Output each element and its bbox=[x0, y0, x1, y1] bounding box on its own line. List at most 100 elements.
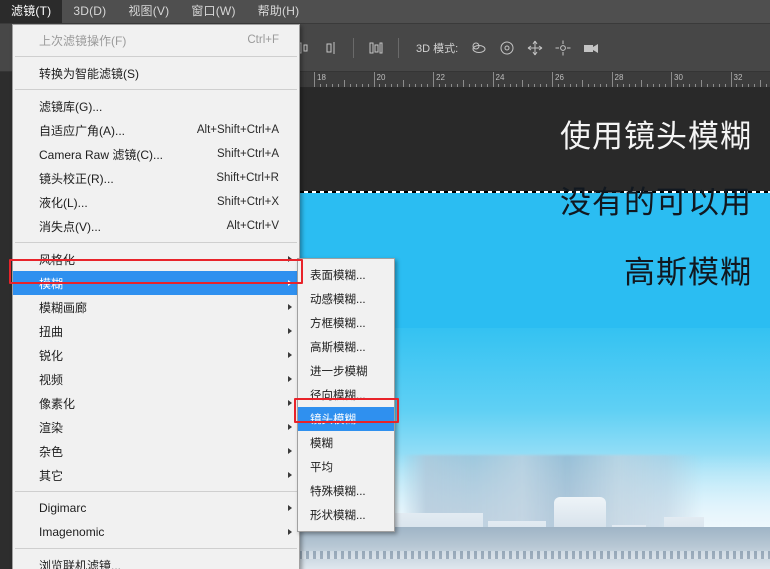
ruler-tick-minor bbox=[463, 80, 464, 87]
chevron-right-icon bbox=[288, 448, 292, 454]
ruler-tick-minor bbox=[362, 84, 363, 87]
filter-menu-item[interactable]: 杂色 bbox=[13, 439, 299, 463]
filter-menu-item[interactable]: 扭曲 bbox=[13, 319, 299, 343]
menubar-item-view[interactable]: 视图(V) bbox=[117, 0, 180, 23]
ruler-tick-minor bbox=[498, 84, 499, 87]
filter-menu-item-label: 液化(L)... bbox=[39, 194, 88, 211]
ruler-tick-minor bbox=[588, 84, 589, 87]
blur-submenu-item[interactable]: 高斯模糊... bbox=[298, 335, 394, 359]
ruler-tick-minor bbox=[683, 84, 684, 87]
blur-submenu-item[interactable]: 模糊 bbox=[298, 431, 394, 455]
blur-submenu-item[interactable]: 径向模糊... bbox=[298, 383, 394, 407]
filter-menu-item[interactable]: 风格化 bbox=[13, 247, 299, 271]
ruler-tick-minor bbox=[397, 84, 398, 87]
chevron-right-icon bbox=[288, 529, 292, 535]
ruler-tick-minor bbox=[326, 84, 327, 87]
blur-submenu-item-label: 进一步模糊 bbox=[310, 363, 368, 379]
ruler-tick-minor bbox=[695, 84, 696, 87]
filter-menu-item[interactable]: 视频 bbox=[13, 367, 299, 391]
filter-menu-item-label: 自适应广角(A)... bbox=[39, 122, 125, 139]
ruler-tick-minor bbox=[522, 80, 523, 87]
filter-menu-item-label: 扭曲 bbox=[39, 323, 63, 340]
filter-menu-item[interactable]: 像素化 bbox=[13, 391, 299, 415]
ruler-tick-minor bbox=[540, 84, 541, 87]
ruler-tick-minor bbox=[653, 84, 654, 87]
roll-3d-icon[interactable] bbox=[496, 37, 518, 59]
blur-submenu[interactable]: 表面模糊... 动感模糊...方框模糊...高斯模糊... 进一步模糊径向模糊...… bbox=[297, 258, 395, 532]
ruler-tick-minor bbox=[725, 84, 726, 87]
blur-submenu-item-label: 表面模糊... bbox=[310, 267, 366, 283]
distribute-icon[interactable] bbox=[365, 37, 387, 59]
filter-menu-item[interactable]: Camera Raw 滤镜(C)...Shift+Ctrl+A bbox=[13, 142, 299, 166]
ruler-label: 18 bbox=[317, 73, 326, 82]
ruler-tick-major bbox=[612, 72, 613, 87]
ruler-tick-minor bbox=[356, 84, 357, 87]
blur-submenu-item[interactable]: 镜头模糊... bbox=[298, 407, 394, 431]
filter-menu-item[interactable]: 自适应广角(A)... Alt+Shift+Ctrl+A bbox=[13, 118, 299, 142]
chevron-right-icon bbox=[288, 352, 292, 358]
orbit-3d-icon[interactable] bbox=[468, 37, 490, 59]
menu-bar: 滤镜(T) 3D(D) 视图(V) 窗口(W) 帮助(H) bbox=[0, 0, 770, 24]
blur-submenu-item[interactable]: 方框模糊... bbox=[298, 311, 394, 335]
chevron-right-icon bbox=[288, 256, 292, 262]
filter-menu-item[interactable]: 其它 bbox=[13, 463, 299, 487]
ruler-tick-major bbox=[374, 72, 375, 87]
ruler-tick-minor bbox=[760, 80, 761, 87]
ruler-tick-minor bbox=[457, 84, 458, 87]
horizontal-ruler[interactable]: 1820222426283032 bbox=[292, 72, 770, 88]
slide-3d-icon[interactable] bbox=[552, 37, 574, 59]
blur-submenu-item[interactable]: 特殊模糊... bbox=[298, 479, 394, 503]
filter-menu-item[interactable]: Digimarc bbox=[13, 496, 299, 520]
overlay-text-line1: 使用镜头模糊 bbox=[560, 122, 752, 153]
menubar-item-help[interactable]: 帮助(H) bbox=[247, 0, 311, 23]
ruler-tick-minor bbox=[766, 84, 767, 87]
ruler-tick-major bbox=[433, 72, 434, 87]
ruler-tick-minor bbox=[558, 84, 559, 87]
filter-menu-item-label: 风格化 bbox=[39, 251, 75, 268]
ruler-tick-minor bbox=[689, 84, 690, 87]
blur-submenu-item[interactable]: 平均 bbox=[298, 455, 394, 479]
ruler-tick-major bbox=[671, 72, 672, 87]
chevron-right-icon bbox=[288, 328, 292, 334]
filter-menu-item-shortcut: Shift+Ctrl+X bbox=[191, 196, 279, 208]
camera-3d-icon[interactable] bbox=[580, 37, 602, 59]
filter-menu-item[interactable]: Imagenomic bbox=[13, 520, 299, 544]
filter-menu-item[interactable]: 镜头校正(R)...Shift+Ctrl+R bbox=[13, 166, 299, 190]
menubar-item-filter[interactable]: 滤镜(T) bbox=[0, 0, 62, 23]
photoshop-window: 滤镜(T) 3D(D) 视图(V) 窗口(W) 帮助(H) 3D 模式: bbox=[0, 0, 770, 569]
filter-menu-item[interactable]: 转换为智能滤镜(S) bbox=[13, 61, 299, 85]
filter-menu-item-shortcut: Alt+Shift+Ctrl+A bbox=[171, 124, 279, 136]
ruler-tick-minor bbox=[403, 80, 404, 87]
ruler-tick-minor bbox=[754, 84, 755, 87]
blur-submenu-item[interactable]: 进一步模糊 bbox=[298, 359, 394, 383]
ruler-tick-minor bbox=[647, 84, 648, 87]
menubar-item-3d[interactable]: 3D(D) bbox=[62, 0, 117, 23]
ruler-tick-minor bbox=[564, 84, 565, 87]
ruler-tick-minor bbox=[510, 84, 511, 87]
filter-menu-item[interactable]: 渲染 bbox=[13, 415, 299, 439]
filter-menu-item[interactable]: 锐化 bbox=[13, 343, 299, 367]
blur-submenu-item-label: 镜头模糊... bbox=[310, 411, 366, 427]
filter-menu-item[interactable]: 模糊画廊 bbox=[13, 295, 299, 319]
ruler-tick-minor bbox=[320, 84, 321, 87]
menubar-item-window[interactable]: 窗口(W) bbox=[180, 0, 246, 23]
align-horizontal-icon[interactable] bbox=[320, 37, 342, 59]
overlay-text-line3: 高斯模糊 bbox=[624, 258, 752, 289]
filter-menu-item[interactable]: 模糊 bbox=[13, 271, 299, 295]
filter-menu-item-label: 模糊 bbox=[39, 275, 63, 292]
filter-menu-item[interactable]: 滤镜库(G)... bbox=[13, 94, 299, 118]
blur-submenu-item[interactable]: 动感模糊... bbox=[298, 287, 394, 311]
ruler-tick-minor bbox=[594, 84, 595, 87]
filter-dropdown-menu[interactable]: 上次滤镜操作(F)Ctrl+F转换为智能滤镜(S)滤镜库(G)...自适应广角(… bbox=[12, 24, 300, 569]
filter-menu-item[interactable]: 浏览联机滤镜... bbox=[13, 553, 299, 569]
menu-separator bbox=[15, 56, 297, 57]
ruler-tick-minor bbox=[475, 84, 476, 87]
menu-separator bbox=[15, 242, 297, 243]
blur-submenu-item[interactable]: 形状模糊... bbox=[298, 503, 394, 527]
filter-menu-item[interactable]: 消失点(V)...Alt+Ctrl+V bbox=[13, 214, 299, 238]
ruler-tick-minor bbox=[409, 84, 410, 87]
blur-submenu-item[interactable]: 表面模糊... bbox=[298, 263, 394, 287]
filter-menu-item-shortcut: Alt+Ctrl+V bbox=[201, 220, 279, 232]
filter-menu-item[interactable]: 液化(L)... Shift+Ctrl+X bbox=[13, 190, 299, 214]
pan-3d-icon[interactable] bbox=[524, 37, 546, 59]
